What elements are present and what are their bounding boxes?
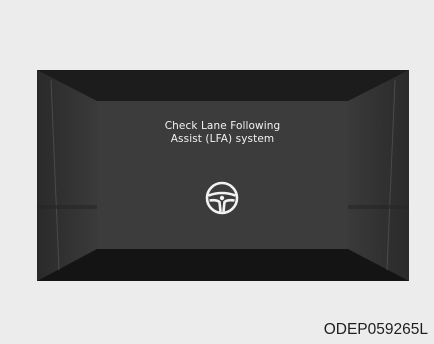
message-line-2: Assist (LFA) system — [170, 133, 275, 145]
message-line-1: Check Lane Following — [164, 120, 281, 132]
steering-wheel-icon — [205, 181, 239, 215]
lfa-warning-message: Check Lane Following Assist (LFA) system — [97, 120, 348, 146]
cluster-screen: Check Lane Following Assist (LFA) system — [97, 101, 348, 249]
figure-code: ODEP059265L — [323, 321, 428, 338]
instrument-cluster-display: Check Lane Following Assist (LFA) system — [37, 70, 409, 281]
